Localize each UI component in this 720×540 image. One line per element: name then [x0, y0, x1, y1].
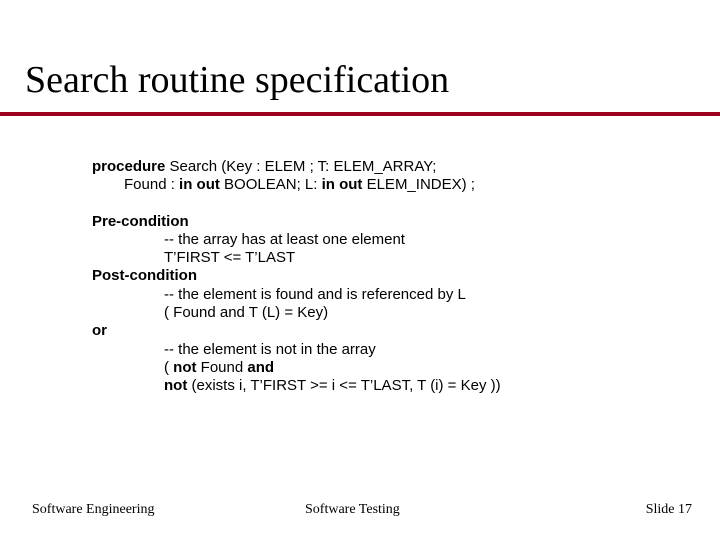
footer-left: Software Engineering — [32, 502, 154, 518]
postcondition-label: Post-condition — [92, 267, 652, 285]
kw-not-2: not — [164, 377, 187, 394]
pre-comment: -- the array has at least one element — [92, 231, 652, 249]
kw-and: and — [247, 359, 274, 376]
kw-procedure: procedure — [92, 158, 165, 175]
sig-rest-1: Search (Key : ELEM ; T: ELEM_ARRAY; — [165, 158, 436, 175]
pre-expr: T’FIRST <= T’LAST — [92, 249, 652, 267]
signature-line-1: procedure Search (Key : ELEM ; T: ELEM_A… — [92, 158, 652, 176]
or-connector: or — [92, 322, 652, 340]
post-a-expr: ( Found and T (L) = Key) — [92, 304, 652, 322]
slide-title: Search routine specification — [25, 58, 449, 102]
title-underline — [0, 112, 720, 116]
pb-a: ( — [164, 359, 173, 376]
pb-c: Found — [197, 359, 248, 376]
sig-2c: BOOLEAN; L: — [220, 176, 322, 193]
pc-b: (exists i, T’FIRST >= i <= T’LAST, T (i)… — [187, 377, 500, 394]
precondition-label: Pre-condition — [92, 213, 652, 231]
post-c-expr: not (exists i, T’FIRST >= i <= T’LAST, T… — [92, 377, 652, 395]
footer-center: Software Testing — [305, 502, 400, 518]
post-a-comment: -- the element is found and is reference… — [92, 286, 652, 304]
footer-right: Slide 17 — [646, 502, 692, 518]
slide-body: procedure Search (Key : ELEM ; T: ELEM_A… — [92, 158, 652, 396]
kw-inout-1: in out — [179, 176, 220, 193]
post-b-expr: ( not Found and — [92, 359, 652, 377]
signature-line-2: Found : in out BOOLEAN; L: in out ELEM_I… — [92, 176, 652, 194]
sig-2a: Found : — [124, 176, 179, 193]
gap — [92, 195, 652, 213]
kw-not-1: not — [173, 359, 196, 376]
kw-inout-2: in out — [322, 176, 363, 193]
post-b-comment: -- the element is not in the array — [92, 341, 652, 359]
sig-2e: ELEM_INDEX) ; — [362, 176, 475, 193]
slide: Search routine specification procedure S… — [0, 0, 720, 540]
